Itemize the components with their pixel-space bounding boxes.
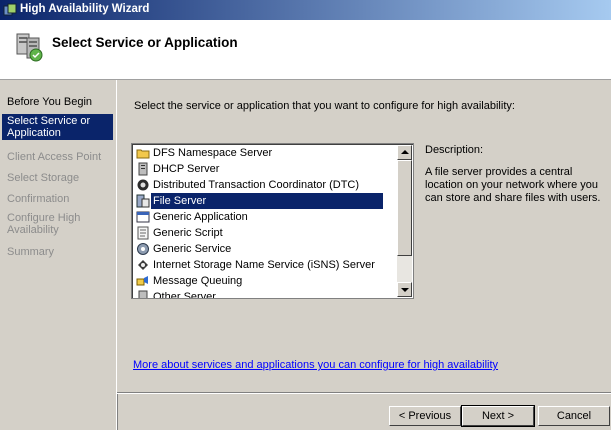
previous-button[interactable]: < Previous (389, 406, 461, 426)
list-item-label: Message Queuing (153, 275, 243, 287)
server-icon (138, 290, 148, 298)
list-item[interactable]: Distributed Transaction Coordinator (DTC… (136, 177, 397, 193)
window-title: High Availability Wizard (20, 3, 150, 15)
message-queue-icon (136, 276, 148, 286)
list-item-label: Generic Application (153, 211, 248, 223)
title-bar: High Availability Wizard (0, 0, 611, 20)
scroll-thumb[interactable] (397, 160, 412, 256)
list-item-label: Generic Service (153, 243, 232, 255)
step-confirmation: Confirmation (7, 193, 70, 205)
arrow-down-icon (401, 288, 409, 292)
list-item[interactable]: Generic Script (136, 225, 397, 241)
list-item-label: Other Server (153, 291, 216, 299)
step-configure-high-availability: Configure High Availability (7, 212, 81, 236)
step-select-storage: Select Storage (7, 172, 80, 184)
isns-icon (138, 260, 148, 270)
scroll-down-button[interactable] (397, 282, 412, 297)
cancel-button[interactable]: Cancel (538, 406, 610, 426)
instruction-text: Select the service or application that y… (134, 100, 515, 112)
arrow-up-icon (401, 150, 409, 154)
list-item[interactable]: Message Queuing (136, 273, 397, 289)
description-label: Description: (425, 144, 484, 156)
scroll-up-button[interactable] (397, 145, 412, 160)
list-item-label: Internet Storage Name Service (iSNS) Ser… (153, 259, 375, 271)
list-item[interactable]: Generic Application (136, 209, 397, 225)
list-item-label: Distributed Transaction Coordinator (DTC… (153, 179, 360, 191)
list-item-label: File Server (151, 193, 383, 209)
list-item-label: DFS Namespace Server (153, 147, 273, 159)
list-item[interactable]: Other Server (136, 289, 397, 299)
server-icon (138, 162, 148, 176)
list-item[interactable]: Generic Service (136, 241, 397, 257)
list-item-label: DHCP Server (153, 163, 220, 175)
listbox-scrollbar[interactable] (397, 145, 412, 297)
wizard-app-icon (3, 3, 17, 16)
file-server-icon (136, 194, 150, 208)
step-client-access-point: Client Access Point (7, 151, 102, 163)
next-button[interactable]: Next > (461, 405, 535, 427)
list-item[interactable]: File Server (136, 193, 397, 209)
more-info-link[interactable]: More about services and applications you… (133, 359, 498, 371)
dtc-icon (137, 179, 149, 191)
page-title: Select Service or Application (52, 35, 238, 50)
service-listbox[interactable]: DFS Namespace Server DHCP Server Distrib… (131, 143, 414, 299)
list-item[interactable]: DFS Namespace Server (136, 145, 397, 161)
step-select-service[interactable]: Select Service or Application (2, 114, 113, 140)
folder-tree-icon (136, 149, 150, 159)
wizard-header: Select Service or Application (0, 20, 611, 80)
list-item-label: Generic Script (153, 227, 223, 239)
cluster-wizard-icon (16, 33, 43, 62)
wizard-steps-sidebar: Before You Begin Select Service or Appli… (0, 80, 117, 430)
description-text: A file server provides a central locatio… (425, 166, 601, 204)
list-item[interactable]: DHCP Server (136, 161, 397, 177)
service-gear-icon (137, 243, 149, 255)
script-icon (137, 226, 149, 240)
step-before-you-begin[interactable]: Before You Begin (2, 95, 113, 109)
application-icon (136, 211, 150, 223)
wizard-content: Select the service or application that y… (117, 80, 611, 392)
list-item[interactable]: Internet Storage Name Service (iSNS) Ser… (136, 257, 397, 273)
step-summary: Summary (7, 246, 55, 258)
bottom-separator (117, 392, 611, 394)
